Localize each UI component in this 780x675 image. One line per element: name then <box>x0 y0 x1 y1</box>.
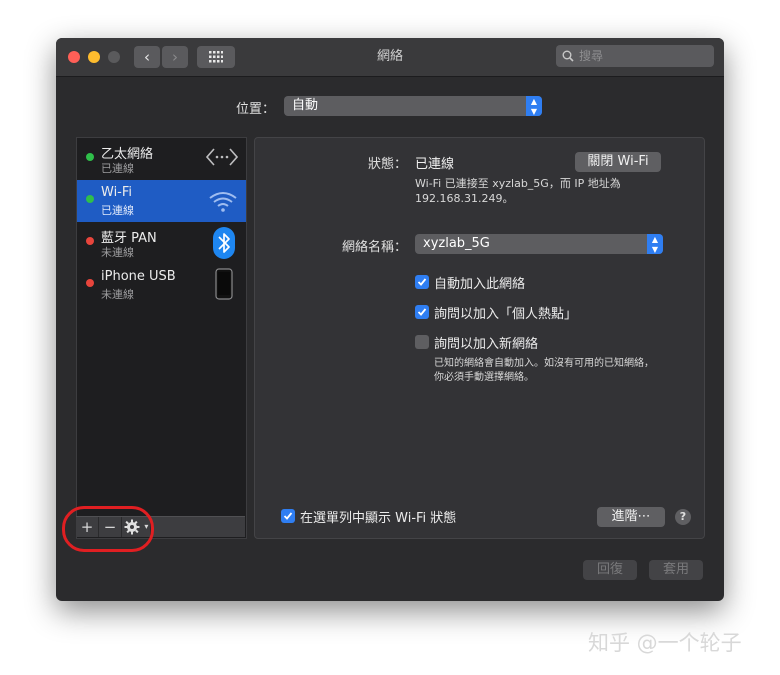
status-value: 已連線 <box>415 157 455 172</box>
location-select[interactable]: 自動 ▲ ▼ <box>284 96 542 116</box>
search-icon <box>562 50 574 62</box>
bluetooth-icon <box>213 227 235 259</box>
close-window-button[interactable] <box>68 51 80 63</box>
status-dot <box>86 195 94 203</box>
service-status: 已連線 <box>101 162 134 175</box>
apply-button[interactable]: 套用 <box>649 560 703 580</box>
service-status: 未連線 <box>101 288 134 301</box>
checkmark-icon <box>417 278 427 286</box>
search-placeholder: 搜尋 <box>579 49 604 63</box>
ask-new-network-description-line1: 已知的網絡會自動加入。如沒有可用的已知網絡， <box>434 358 654 369</box>
network-name-value: xyzlab_5G <box>423 236 490 251</box>
status-dot <box>86 153 94 161</box>
watermark: 知乎 @一个轮子 <box>588 631 742 655</box>
service-item-bluetooth-pan[interactable]: 藍牙 PAN 未連線 <box>77 222 246 264</box>
search-field[interactable]: 搜尋 <box>556 45 714 67</box>
network-name-select[interactable]: xyzlab_5G ▲ ▼ <box>415 234 663 254</box>
revert-button[interactable]: 回復 <box>583 560 637 580</box>
status-description-line2: 192.168.31.249。 <box>415 192 514 205</box>
chevron-updown-icon: ▲ ▼ <box>647 234 663 254</box>
service-list: 乙太網絡 已連線 Wi-Fi 已連線 藍牙 PAN 未連線 iPhone USB… <box>76 137 247 539</box>
show-wifi-in-menubar-checkbox[interactable] <box>281 509 295 523</box>
location-value: 自動 <box>292 98 319 113</box>
grid-icon <box>209 51 223 63</box>
minimize-window-button[interactable] <box>88 51 100 63</box>
ask-new-network-label: 詢問以加入新網絡 <box>434 337 539 352</box>
auto-join-label: 自動加入此網絡 <box>434 277 526 292</box>
zoom-window-button[interactable] <box>108 51 120 63</box>
service-name: iPhone USB <box>101 269 176 284</box>
status-dot <box>86 279 94 287</box>
ask-new-network-checkbox[interactable] <box>415 335 429 349</box>
advanced-button[interactable]: 進階⋯ <box>597 507 665 527</box>
network-preferences-window: ‹ › 網絡 搜尋 位置： 自動 ▲ ▼ 乙太網絡 已連線 Wi-Fi 已連線 … <box>56 38 724 601</box>
back-button[interactable]: ‹ <box>134 46 160 68</box>
service-name: Wi-Fi <box>101 185 133 200</box>
wifi-icon <box>209 192 237 212</box>
ask-hotspot-checkbox[interactable] <box>415 305 429 319</box>
ask-new-network-description-line2: 你必須手動選擇網絡。 <box>434 372 534 383</box>
ask-hotspot-label: 詢問以加入「個人熱點」 <box>434 307 578 322</box>
show-all-button[interactable] <box>197 46 235 68</box>
turn-off-wifi-button[interactable]: 關閉 Wi-Fi <box>575 152 661 172</box>
ethernet-icon <box>206 148 238 166</box>
forward-button[interactable]: › <box>162 46 188 68</box>
status-label: 狀態： <box>367 157 407 172</box>
iphone-icon <box>215 268 233 300</box>
auto-join-checkbox[interactable] <box>415 275 429 289</box>
status-dot <box>86 237 94 245</box>
service-status: 未連線 <box>101 246 134 259</box>
wifi-detail-panel: 狀態： 已連線 關閉 Wi-Fi Wi-Fi 已連接至 xyzlab_5G，而 … <box>254 137 705 539</box>
service-item-wifi[interactable]: Wi-Fi 已連線 <box>77 180 246 222</box>
checkmark-icon <box>417 308 427 316</box>
checkmark-icon <box>283 512 293 520</box>
location-label: 位置： <box>236 102 276 117</box>
service-item-ethernet[interactable]: 乙太網絡 已連線 <box>77 138 246 180</box>
network-name-label: 網絡名稱： <box>341 240 407 255</box>
show-wifi-in-menubar-label: 在選單列中顯示 Wi-Fi 狀態 <box>300 511 457 526</box>
service-item-iphone-usb[interactable]: iPhone USB 未連線 <box>77 264 246 306</box>
service-status: 已連線 <box>101 204 134 217</box>
chevron-updown-icon: ▲ ▼ <box>526 96 542 116</box>
help-button[interactable]: ? <box>675 509 691 525</box>
titlebar: ‹ › 網絡 搜尋 <box>56 38 724 77</box>
status-description-line1: Wi-Fi 已連接至 xyzlab_5G，而 IP 地址為 <box>415 177 621 190</box>
annotation-highlight-circle <box>62 506 154 552</box>
